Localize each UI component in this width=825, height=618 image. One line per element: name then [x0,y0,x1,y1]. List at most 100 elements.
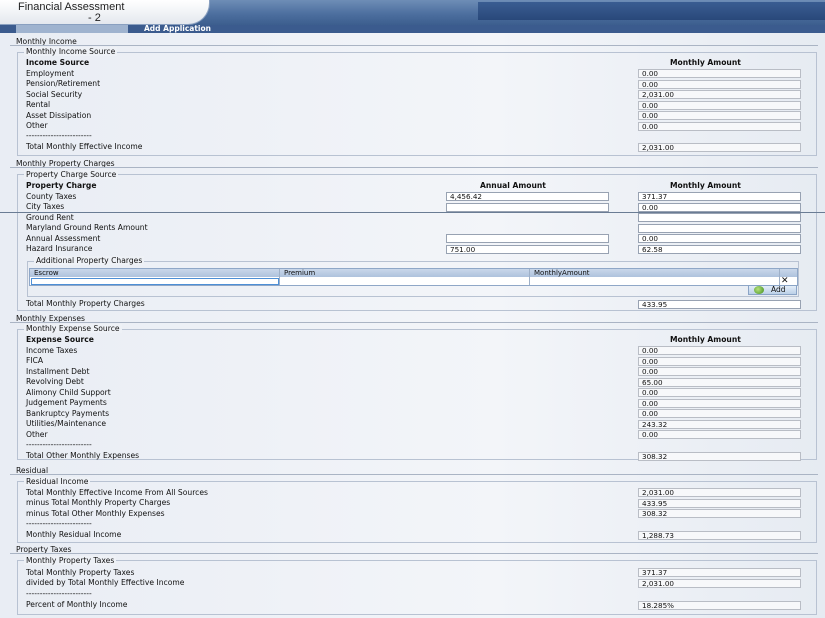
residual-divider: ------------------------ [26,519,92,528]
city-taxes-monthly-input[interactable]: 0.00 [638,203,801,212]
grid-col-monthly-amount[interactable]: MonthlyAmount [534,269,590,277]
residual-label-total-income: Total Monthly Effective Income From All … [26,488,208,497]
add-application-button[interactable]: Add Application [144,24,211,33]
taxes-value-total: 371.37 [638,568,801,577]
income-label-rental: Rental [26,100,51,109]
property-total-value: 433.95 [638,300,801,309]
grid-col-separator [279,269,280,285]
annual-assessment-annual-input[interactable] [446,234,609,243]
section-divider [10,322,818,323]
maryland-ground-rents-input[interactable] [638,224,801,233]
expense-label-other: Other [26,430,48,439]
residual-panel-legend: Residual Income [24,477,91,486]
expense-value-fica: 0.00 [638,357,801,366]
expense-label-income-taxes: Income Taxes [26,346,78,355]
income-label-social-security: Social Security [26,90,83,99]
property-annual-header: Annual Amount [480,181,546,190]
county-taxes-annual-input[interactable]: 4,456.42 [446,192,609,201]
add-charge-button[interactable]: Add [748,285,797,295]
property-charge-header: Property Charge [26,181,97,190]
property-monthly-header: Monthly Amount [670,181,741,190]
income-value-asset-dissipation: 0.00 [638,111,801,120]
grid-col-premium[interactable]: Premium [284,269,315,277]
property-label-county-taxes: County Taxes [26,192,77,201]
taxes-value-divided: 2,031.00 [638,579,801,588]
expense-value-income-taxes: 0.00 [638,346,801,355]
income-value-employment: 0.00 [638,69,801,78]
expense-value-utilities: 243.32 [638,420,801,429]
expense-value-installment-debt: 0.00 [638,367,801,376]
property-label-hazard-insurance: Hazard Insurance [26,244,93,253]
property-label-maryland-ground-rents: Maryland Ground Rents Amount [26,223,148,232]
property-label-city-taxes: City Taxes [26,202,65,211]
residual-value-property-charges: 433.95 [638,499,801,508]
additional-charges-grid: Escrow Premium MonthlyAmount [29,268,798,286]
taxes-total-label: Percent of Monthly Income [26,600,128,609]
hazard-insurance-monthly-input[interactable]: 62.58 [638,245,801,254]
expense-value-bankruptcy: 0.00 [638,409,801,418]
expense-value-other: 0.00 [638,430,801,439]
overlay-line [0,212,825,213]
ground-rent-monthly-input[interactable] [638,213,801,222]
grid-col-separator [779,269,780,285]
sub-toolbar-tab [16,25,128,33]
residual-value-total-income: 2,031.00 [638,488,801,497]
income-label-other: Other [26,121,48,130]
expense-total-label: Total Other Monthly Expenses [26,451,140,460]
add-icon [754,286,764,294]
income-value-social-security: 2,031.00 [638,90,801,99]
residual-total-label: Monthly Residual Income [26,530,122,539]
taxes-total-value: 18.285% [638,601,801,610]
expense-source-header: Expense Source [26,335,94,344]
financial-assessment-form: Monthly Income Monthly Income Source Inc… [0,33,825,618]
section-divider [10,553,818,554]
city-taxes-annual-input[interactable] [446,203,609,212]
property-panel-legend: Property Charge Source [24,170,119,179]
income-total-value: 2,031.00 [638,143,801,152]
residual-label-other-expenses: minus Total Other Monthly Expenses [26,509,165,518]
section-divider [10,45,818,46]
expense-label-bankruptcy: Bankruptcy Payments [26,409,110,418]
residual-value-other-expenses: 308.32 [638,509,801,518]
expense-label-installment-debt: Installment Debt [26,367,90,376]
property-label-annual-assessment: Annual Assessment [26,234,101,243]
income-value-rental: 0.00 [638,101,801,110]
property-total-label: Total Monthly Property Charges [26,299,145,308]
page-title-suffix: - 2 [88,12,101,24]
income-panel-legend: Monthly Income Source [24,47,118,56]
sub-toolbar: Add Application [0,24,825,33]
expense-value-revolving-debt: 65.00 [638,378,801,387]
income-label-employment: Employment [26,69,75,78]
annual-assessment-monthly-input[interactable]: 0.00 [638,234,801,243]
expense-label-fica: FICA [26,356,44,365]
escrow-input[interactable] [31,278,279,285]
grid-col-escrow[interactable]: Escrow [34,269,59,277]
expense-total-value: 308.32 [638,452,801,461]
expense-label-judgement: Judgement Payments [26,398,107,407]
add-button-label: Add [771,285,786,294]
taxes-divider: ------------------------ [26,589,92,598]
top-bar-block [478,2,825,20]
income-label-pension: Pension/Retirement [26,79,101,88]
income-total-label: Total Monthly Effective Income [26,142,143,151]
expense-monthly-header: Monthly Amount [670,335,741,344]
hazard-insurance-annual-input[interactable]: 751.00 [446,245,609,254]
income-value-pension: 0.00 [638,80,801,89]
property-label-ground-rent: Ground Rent [26,213,74,222]
grid-col-separator [529,269,530,285]
income-divider: ------------------------ [26,131,92,140]
income-monthly-header: Monthly Amount [670,58,741,67]
expense-label-alimony: Alimony Child Support [26,388,111,397]
taxes-label-total: Total Monthly Property Taxes [26,568,135,577]
expense-panel-legend: Monthly Expense Source [24,324,122,333]
grid-header: Escrow Premium MonthlyAmount [30,269,797,277]
title-tab[interactable]: Financial Assessment - 2 [0,0,210,25]
county-taxes-monthly-input[interactable]: 371.37 [638,192,801,201]
income-source-header: Income Source [26,58,90,67]
page-title: Financial Assessment [18,1,125,13]
income-label-asset-dissipation: Asset Dissipation [26,111,92,120]
taxes-label-divided: divided by Total Monthly Effective Incom… [26,578,185,587]
expense-label-utilities: Utilities/Maintenance [26,419,107,428]
residual-total-value: 1,288.73 [638,531,801,540]
section-divider [10,167,818,168]
